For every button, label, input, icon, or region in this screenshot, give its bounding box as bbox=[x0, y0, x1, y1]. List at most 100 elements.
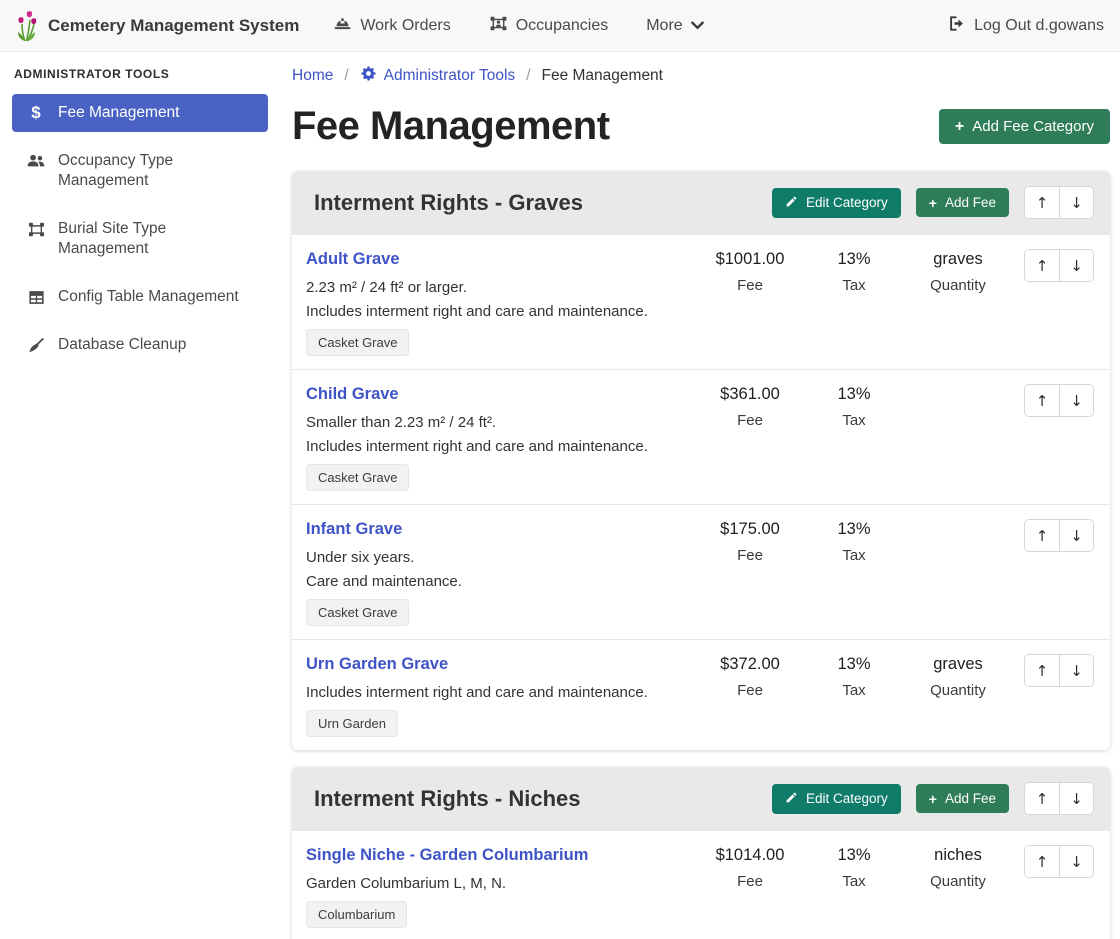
fee-description: Garden Columbarium L, M, N. bbox=[306, 875, 698, 892]
fee-amount-col: $1001.00 Fee bbox=[698, 249, 802, 294]
move-fee-down-button[interactable]: ↓ bbox=[1059, 846, 1093, 877]
fee-tax-label: Tax bbox=[802, 277, 906, 294]
fee-description: Under six years. bbox=[306, 549, 698, 566]
fee-tax-label: Tax bbox=[802, 412, 906, 429]
move-category-down-button[interactable]: ↓ bbox=[1059, 187, 1093, 218]
move-fee-up-button[interactable]: ↑ bbox=[1025, 385, 1059, 416]
fee-tag: Casket Grave bbox=[306, 329, 409, 356]
nav-more-label: More bbox=[646, 17, 682, 35]
fee-amount: $1014.00 bbox=[698, 846, 802, 865]
fee-row-infant-grave: Infant Grave Under six years. Care and m… bbox=[292, 504, 1110, 639]
sidebar-item-occupancy-type-management[interactable]: Occupancy Type Management bbox=[12, 142, 268, 200]
move-fee-up-button[interactable]: ↑ bbox=[1025, 655, 1059, 686]
fee-quantity-col: niches Quantity bbox=[906, 845, 1010, 890]
add-fee-category-button[interactable]: + Add Fee Category bbox=[939, 109, 1110, 144]
move-fee-up-button[interactable]: ↑ bbox=[1025, 250, 1059, 281]
move-fee-up-button[interactable]: ↑ bbox=[1025, 520, 1059, 551]
move-category-up-button[interactable]: ↑ bbox=[1025, 783, 1059, 814]
chevron-down-icon bbox=[691, 17, 704, 35]
dollar-icon: $ bbox=[26, 103, 46, 123]
nav-more[interactable]: More bbox=[646, 17, 703, 35]
fee-description: Includes interment right and care and ma… bbox=[306, 684, 698, 701]
fee-quantity-label: Quantity bbox=[906, 277, 1010, 294]
table-icon bbox=[26, 287, 46, 307]
fee-name-link[interactable]: Single Niche - Garden Columbarium bbox=[306, 846, 588, 865]
pencil-icon bbox=[785, 791, 798, 807]
edit-category-label: Edit Category bbox=[806, 791, 888, 806]
fee-tax: 13% bbox=[802, 520, 906, 539]
broom-icon bbox=[26, 335, 46, 355]
vector-square-icon bbox=[26, 219, 46, 239]
fee-tax-col: 13% Tax bbox=[802, 845, 906, 890]
primary-nav: Work Orders Occupancies M bbox=[333, 14, 703, 38]
sidebar-item-fee-management[interactable]: $ Fee Management bbox=[12, 94, 268, 132]
fee-row-single-niche: Single Niche - Garden Columbarium Garden… bbox=[292, 830, 1110, 939]
edit-category-button[interactable]: Edit Category bbox=[772, 188, 901, 218]
move-fee-down-button[interactable]: ↓ bbox=[1059, 520, 1093, 551]
fee-tag: Urn Garden bbox=[306, 710, 398, 737]
sidebar-item-label: Fee Management bbox=[58, 103, 180, 123]
move-fee-down-button[interactable]: ↓ bbox=[1059, 385, 1093, 416]
fee-quantity: niches bbox=[906, 846, 1010, 865]
fee-name-link[interactable]: Urn Garden Grave bbox=[306, 655, 448, 674]
fee-name-link[interactable]: Infant Grave bbox=[306, 520, 402, 539]
page-title: Fee Management bbox=[292, 104, 610, 149]
fee-tag: Casket Grave bbox=[306, 599, 409, 626]
breadcrumb-home[interactable]: Home bbox=[292, 67, 333, 85]
breadcrumb-admin-tools-label: Administrator Tools bbox=[384, 67, 516, 85]
fee-row-child-grave: Child Grave Smaller than 2.23 m² / 24 ft… bbox=[292, 369, 1110, 504]
fee-quantity-col-empty bbox=[906, 519, 1010, 520]
fee-amount-label: Fee bbox=[698, 412, 802, 429]
category-reorder-group: ↑ ↓ bbox=[1024, 782, 1094, 815]
fee-tax-label: Tax bbox=[802, 682, 906, 699]
category-title: Interment Rights - Niches bbox=[314, 786, 580, 812]
move-category-down-button[interactable]: ↓ bbox=[1059, 783, 1093, 814]
fee-row-urn-garden-grave: Urn Garden Grave Includes interment righ… bbox=[292, 639, 1110, 750]
plus-icon: + bbox=[929, 792, 937, 806]
fee-reorder-group: ↑ ↓ bbox=[1024, 249, 1094, 282]
category-reorder-group: ↑ ↓ bbox=[1024, 186, 1094, 219]
move-fee-down-button[interactable]: ↓ bbox=[1059, 250, 1093, 281]
main-content: Home / Administrator Tools / Fee Managem… bbox=[280, 52, 1120, 939]
fee-amount: $361.00 bbox=[698, 385, 802, 404]
breadcrumb-separator: / bbox=[526, 67, 530, 85]
fee-amount-col: $372.00 Fee bbox=[698, 654, 802, 699]
fee-amount-label: Fee bbox=[698, 547, 802, 564]
brand-link[interactable]: Cemetery Management System bbox=[48, 16, 299, 36]
tulips-logo bbox=[14, 10, 40, 42]
logout-label: Log Out d.gowans bbox=[974, 17, 1104, 35]
fee-tax-col: 13% Tax bbox=[802, 384, 906, 429]
fee-reorder-group: ↑ ↓ bbox=[1024, 845, 1094, 878]
breadcrumb-admin-tools[interactable]: Administrator Tools bbox=[360, 65, 516, 87]
fee-description: Includes interment right and care and ma… bbox=[306, 303, 698, 320]
sidebar-item-database-cleanup[interactable]: Database Cleanup bbox=[12, 326, 268, 364]
add-fee-button[interactable]: + Add Fee bbox=[916, 188, 1009, 217]
move-fee-up-button[interactable]: ↑ bbox=[1025, 846, 1059, 877]
fee-category-card-niches: Interment Rights - Niches Edit Category … bbox=[292, 767, 1110, 939]
fee-reorder-group: ↑ ↓ bbox=[1024, 654, 1094, 687]
fee-amount-col: $175.00 Fee bbox=[698, 519, 802, 564]
fee-amount-label: Fee bbox=[698, 682, 802, 699]
fee-tax: 13% bbox=[802, 846, 906, 865]
sidebar-item-config-table-management[interactable]: Config Table Management bbox=[12, 278, 268, 316]
move-fee-down-button[interactable]: ↓ bbox=[1059, 655, 1093, 686]
edit-category-button[interactable]: Edit Category bbox=[772, 784, 901, 814]
sign-out-icon bbox=[947, 14, 966, 38]
add-fee-category-label: Add Fee Category bbox=[972, 118, 1094, 135]
nav-occupancies[interactable]: Occupancies bbox=[489, 14, 609, 38]
edit-category-label: Edit Category bbox=[806, 195, 888, 210]
fee-name-link[interactable]: Child Grave bbox=[306, 385, 399, 404]
fee-quantity-col: graves Quantity bbox=[906, 249, 1010, 294]
move-category-up-button[interactable]: ↑ bbox=[1025, 187, 1059, 218]
add-fee-button[interactable]: + Add Fee bbox=[916, 784, 1009, 813]
fee-description: 2.23 m² / 24 ft² or larger. bbox=[306, 279, 698, 296]
fee-amount: $1001.00 bbox=[698, 250, 802, 269]
fee-amount: $175.00 bbox=[698, 520, 802, 539]
fee-description: Includes interment right and care and ma… bbox=[306, 438, 698, 455]
nav-work-orders[interactable]: Work Orders bbox=[333, 14, 450, 38]
logout-link[interactable]: Log Out d.gowans bbox=[947, 14, 1104, 38]
fee-tax-col: 13% Tax bbox=[802, 519, 906, 564]
sidebar-item-burial-site-type-management[interactable]: Burial Site Type Management bbox=[12, 210, 268, 268]
fee-name-link[interactable]: Adult Grave bbox=[306, 250, 400, 269]
fee-amount-label: Fee bbox=[698, 873, 802, 890]
